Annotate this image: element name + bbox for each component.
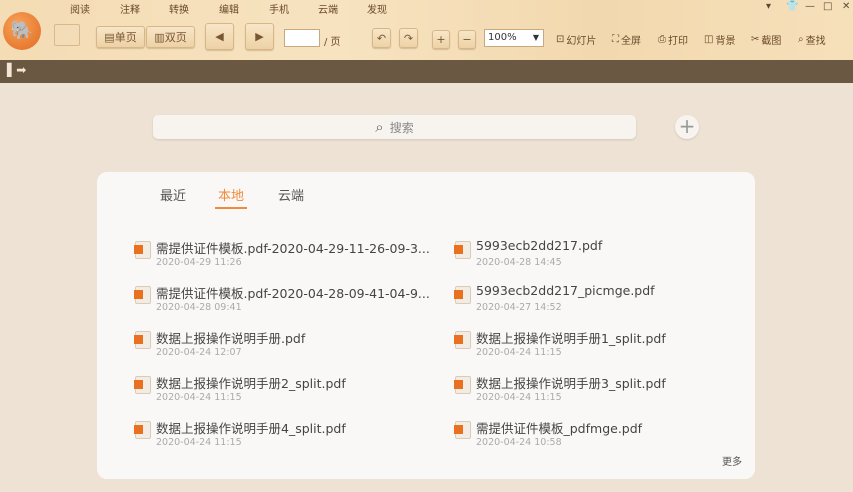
find-button[interactable]: ⌕ 查找 [798,32,826,47]
tab-cloud[interactable]: 云端 [278,185,304,204]
fullscreen-icon: ⛶ [612,34,619,45]
file-date: 2020-04-24 11:15 [156,392,242,403]
prev-page-button[interactable]: ◀ [205,23,234,50]
open-folder-button[interactable] [54,24,80,46]
search-input[interactable]: ⌕ 搜索 [153,115,636,139]
file-item[interactable]: 数据上报操作说明手册2_split.pdf 2020-04-24 11:15 [134,373,435,409]
zoom-out-button[interactable]: − [458,30,476,49]
file-date: 2020-04-24 11:15 [156,437,242,448]
scissors-icon: ✂ [751,34,760,45]
fullscreen-button[interactable]: ⛶ 全屏 [612,32,641,47]
screenshot-label: 截图 [761,36,782,47]
file-date: 2020-04-24 10:58 [476,437,562,448]
redo-button[interactable]: ↷ [399,28,418,48]
file-name: 需提供证件模板_pdfmge.pdf [476,421,643,436]
page-number-input[interactable] [284,29,320,47]
background-icon: ◫ [704,34,714,45]
file-name: 需提供证件模板.pdf-2020-04-29-11-26-09-3... [156,241,430,256]
zoom-select[interactable]: 100% ▼ [484,29,544,47]
file-date: 2020-04-24 11:15 [476,347,562,358]
pdf-file-icon [134,421,151,439]
search-placeholder: 搜索 [389,120,414,135]
chevron-down-icon: ▼ [532,33,539,42]
file-name: 数据上报操作说明手册1_split.pdf [476,331,666,346]
print-button[interactable]: ⎙ 打印 [658,32,688,47]
next-page-button[interactable]: ▶ [245,23,274,50]
file-name: 数据上报操作说明手册.pdf [156,331,306,346]
menu-convert[interactable]: 转换 [169,1,189,16]
double-page-button[interactable]: ▥ 双页 [146,26,195,48]
search-icon: ⌕ [798,34,804,45]
file-date: 2020-04-28 14:45 [476,257,562,268]
file-date: 2020-04-29 11:26 [156,257,242,268]
file-name: 5993ecb2dd217.pdf [476,238,603,253]
file-item[interactable]: 数据上报操作说明手册4_split.pdf 2020-04-24 11:15 [134,418,435,454]
file-panel: 最近 本地 云端 需提供证件模板.pdf-2020-04-29-11-26-09… [97,172,755,479]
menu-mobile[interactable]: 手机 [269,1,289,16]
pdf-file-icon [454,241,471,259]
file-item[interactable]: 需提供证件模板.pdf-2020-04-29-11-26-09-3... 2020… [134,238,435,274]
pdf-file-icon [134,376,151,394]
print-label: 打印 [668,36,688,47]
expand-sidebar-icon[interactable]: ▌➡ [7,63,26,77]
file-item[interactable]: 5993ecb2dd217.pdf 2020-04-28 14:45 [454,238,755,274]
file-name: 数据上报操作说明手册4_split.pdf [156,421,346,436]
sidebar-toggle-bar: ▌➡ [0,60,853,83]
file-item[interactable]: 数据上报操作说明手册.pdf 2020-04-24 12:07 [134,328,435,364]
tab-local[interactable]: 本地 [215,185,248,209]
undo-button[interactable]: ↶ [372,28,391,48]
file-date: 2020-04-27 14:52 [476,302,562,313]
menu-read[interactable]: 阅读 [70,1,90,16]
zoom-in-button[interactable]: + [432,30,450,49]
tab-recent[interactable]: 最近 [160,185,186,204]
slideshow-button[interactable]: ⊡ 幻灯片 [556,32,596,47]
maximize-icon[interactable]: □ [823,1,832,12]
toolbar: 阅读 注释 转换 编辑 手机 云端 发现 🐘 ▤ 单页 ▥ 双页 ◀ ▶ / 页 ↶… [0,0,853,60]
pdf-file-icon [134,286,151,304]
app-logo[interactable]: 🐘 [3,12,41,50]
pdf-file-icon [454,286,471,304]
file-item[interactable]: 数据上报操作说明手册3_split.pdf 2020-04-24 11:15 [454,373,755,409]
minimize-icon[interactable]: — [805,1,815,12]
menu-annotate[interactable]: 注释 [120,1,140,16]
menu-cloud[interactable]: 云端 [318,1,338,16]
printer-icon: ⎙ [658,34,666,45]
pdf-file-icon [454,421,471,439]
add-file-button[interactable]: + [675,115,699,139]
file-item[interactable]: 5993ecb2dd217_picmge.pdf 2020-04-27 14:52 [454,283,755,319]
search-icon: ⌕ [375,118,384,136]
file-item[interactable]: 需提供证件模板_pdfmge.pdf 2020-04-24 10:58 [454,418,755,454]
file-date: 2020-04-24 12:07 [156,347,242,358]
menu-icon[interactable]: ▾ [766,1,771,12]
pdf-file-icon [454,376,471,394]
file-date: 2020-04-28 09:41 [156,302,242,313]
file-name: 数据上报操作说明手册2_split.pdf [156,376,346,391]
menu-discover[interactable]: 发现 [367,1,387,16]
menu-edit[interactable]: 编辑 [219,1,239,16]
skin-icon[interactable]: 👕 [786,1,798,12]
file-name: 需提供证件模板.pdf-2020-04-28-09-41-04-9... [156,286,430,301]
more-link[interactable]: 更多 [722,453,742,468]
file-date: 2020-04-24 11:15 [476,392,562,403]
close-icon[interactable]: ✕ [842,1,850,12]
background-button[interactable]: ◫ 背景 [704,32,735,47]
slideshow-icon: ⊡ [556,34,565,45]
file-name: 5993ecb2dd217_picmge.pdf [476,283,655,298]
single-page-button[interactable]: ▤ 单页 [96,26,145,48]
zoom-value: 100% [488,32,517,43]
screenshot-button[interactable]: ✂ 截图 [751,32,781,47]
file-name: 数据上报操作说明手册3_split.pdf [476,376,666,391]
fullscreen-label: 全屏 [621,36,641,47]
background-label: 背景 [715,36,736,47]
page-suffix: / 页 [324,37,341,48]
pdf-file-icon [134,241,151,259]
double-page-label: 双页 [164,31,187,44]
find-label: 查找 [805,36,826,47]
slideshow-label: 幻灯片 [566,36,597,47]
single-page-label: 单页 [114,31,137,44]
pdf-file-icon [454,331,471,349]
file-item[interactable]: 需提供证件模板.pdf-2020-04-28-09-41-04-9... 2020… [134,283,435,319]
file-item[interactable]: 数据上报操作说明手册1_split.pdf 2020-04-24 11:15 [454,328,755,364]
pdf-file-icon [134,331,151,349]
